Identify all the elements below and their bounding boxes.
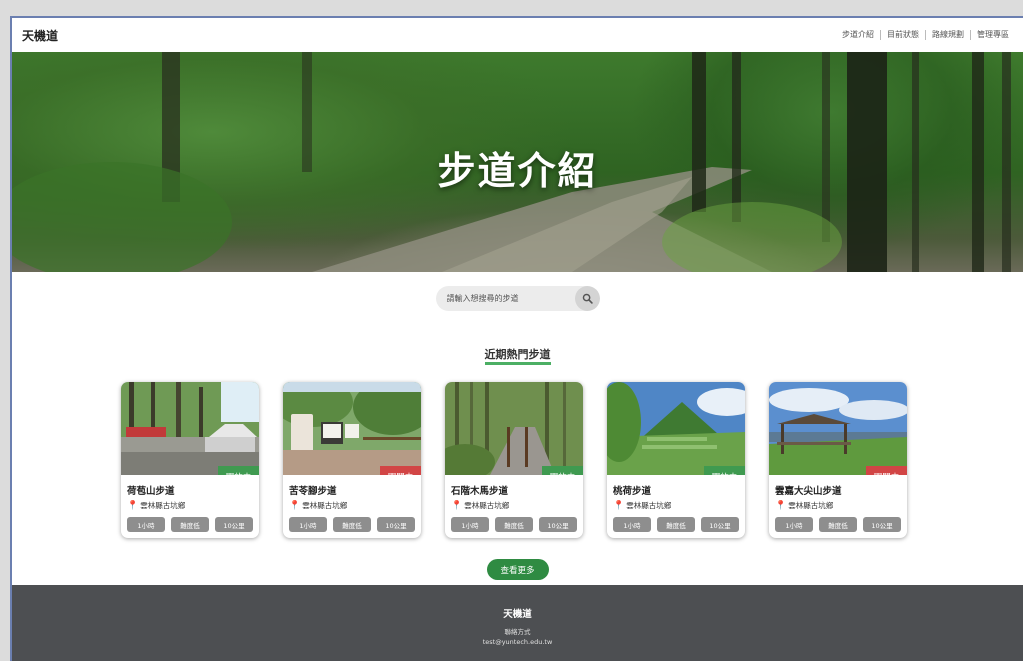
- trail-photo: 關閉中: [769, 382, 907, 475]
- trail-photo: 開放中: [445, 382, 583, 475]
- search-icon: [582, 293, 593, 304]
- distance-tag: 10公里: [701, 517, 739, 532]
- duration-tag: 1小時: [451, 517, 489, 532]
- trail-tags: 1小時 難度低 10公里: [775, 517, 901, 532]
- trail-name: 桃荷步道: [613, 486, 652, 497]
- search-input[interactable]: [446, 294, 567, 303]
- trail-location: 📍 雲林縣古坑鄉: [775, 500, 907, 511]
- trail-tags: 1小時 難度低 10公里: [289, 517, 415, 532]
- footer-contact-label: 聯絡方式: [504, 628, 531, 636]
- trail-tags: 1小時 難度低 10公里: [613, 517, 739, 532]
- trail-photo-dajianshan: [769, 382, 907, 475]
- main-nav: 步道介紹 目前狀態 路線規劃 管理專區: [836, 30, 1015, 40]
- trail-location: 📍 雲林縣古坑鄉: [289, 500, 421, 511]
- duration-tag: 1小時: [613, 517, 651, 532]
- hero-title: 步道介紹: [437, 149, 598, 193]
- location-pin-icon: 📍: [127, 500, 139, 511]
- distance-tag: 10公里: [863, 517, 901, 532]
- trail-location-text: 雲林縣古坑鄉: [788, 501, 834, 510]
- duration-tag: 1小時: [289, 517, 327, 532]
- page-frame: 天機道 步道介紹 目前狀態 路線規劃 管理專區 步道介紹 請輸入想搜尋的步道 近…: [10, 16, 1023, 661]
- status-badge: 開放中: [704, 466, 745, 475]
- trail-card[interactable]: 關閉中 雲嘉大尖山步道 📍雲林縣古坑鄉 1小時 難度低 10公里: [769, 382, 907, 538]
- trail-tags: 1小時 難度低 10公里: [451, 517, 577, 532]
- trail-card[interactable]: 關閉中 苦苓腳步道 📍雲林縣古坑鄉 1小時 難度低 10公里: [283, 382, 421, 538]
- trail-card[interactable]: 開放中 荷苞山步道 📍雲林縣古坑鄉 1小時 難度低 10公里: [121, 382, 259, 538]
- status-badge: 關閉中: [380, 466, 421, 475]
- search-box: [435, 286, 600, 311]
- location-pin-icon: 📍: [613, 500, 625, 511]
- trail-card[interactable]: 開放中 石階木馬步道 📍雲林縣古坑鄉 1小時 難度低 10公里: [445, 382, 583, 538]
- trail-name: 雲嘉大尖山步道: [775, 486, 842, 497]
- nav-route-planning[interactable]: 路線規劃: [925, 30, 970, 40]
- trail-photo-taohe: [607, 382, 745, 475]
- top-navbar: 天機道 步道介紹 目前狀態 路線規劃 管理專區: [12, 18, 1023, 52]
- trail-photo-hebaoshan: [121, 382, 259, 475]
- nav-current-status[interactable]: 目前狀態: [880, 30, 925, 40]
- trail-location-text: 雲林縣古坑鄉: [302, 501, 348, 510]
- difficulty-tag: 難度低: [333, 517, 371, 532]
- view-more-button[interactable]: 查看更多: [486, 559, 549, 580]
- site-logo[interactable]: 天機道: [22, 27, 58, 44]
- more-area: 查看更多: [12, 559, 1023, 580]
- trail-location-text: 雲林縣古坑鄉: [626, 501, 672, 510]
- duration-tag: 1小時: [775, 517, 813, 532]
- location-pin-icon: 📍: [451, 500, 463, 511]
- status-badge: 關閉中: [866, 466, 907, 475]
- trail-card[interactable]: 開放中 桃荷步道 📍雲林縣古坑鄉 1小時 難度低 10公里: [607, 382, 745, 538]
- trail-photo: 開放中: [607, 382, 745, 475]
- nav-trail-intro[interactable]: 步道介紹: [836, 30, 880, 40]
- difficulty-tag: 難度低: [819, 517, 857, 532]
- search-button[interactable]: [574, 286, 600, 311]
- location-pin-icon: 📍: [775, 500, 787, 511]
- distance-tag: 10公里: [539, 517, 577, 532]
- trail-location-text: 雲林縣古坑鄉: [140, 501, 186, 510]
- location-pin-icon: 📍: [289, 500, 301, 511]
- trail-location: 📍 雲林縣古坑鄉: [613, 500, 745, 511]
- distance-tag: 10公里: [377, 517, 415, 532]
- search-area: [12, 286, 1023, 311]
- trail-name: 石階木馬步道: [451, 486, 509, 497]
- popular-trails-heading: 近期熱門步道: [484, 348, 551, 365]
- trail-photo-kulingjiao: [283, 382, 421, 475]
- trail-photo: 開放中: [121, 382, 259, 475]
- difficulty-tag: 難度低: [171, 517, 209, 532]
- duration-tag: 1小時: [127, 517, 165, 532]
- trail-photo-shijie: [445, 382, 583, 475]
- trail-photo: 關閉中: [283, 382, 421, 475]
- hero-banner: 步道介紹: [12, 52, 1023, 272]
- section-title: 近期熱門步道: [12, 343, 1023, 365]
- status-badge: 開放中: [542, 466, 583, 475]
- trail-name: 苦苓腳步道: [289, 486, 337, 497]
- difficulty-tag: 難度低: [657, 517, 695, 532]
- footer-email[interactable]: test@yuntech.edu.tw: [12, 638, 1023, 646]
- difficulty-tag: 難度低: [495, 517, 533, 532]
- trail-name: 荷苞山步道: [127, 486, 175, 497]
- distance-tag: 10公里: [215, 517, 253, 532]
- trail-location: 📍 雲林縣古坑鄉: [127, 500, 259, 511]
- trail-tags: 1小時 難度低 10公里: [127, 517, 253, 532]
- trail-location-text: 雲林縣古坑鄉: [464, 501, 510, 510]
- status-badge: 開放中: [218, 466, 259, 475]
- site-footer: 天機道 聯絡方式 test@yuntech.edu.tw: [12, 585, 1023, 661]
- footer-brand: 天機道: [503, 609, 532, 620]
- trail-card-list: 開放中 荷苞山步道 📍雲林縣古坑鄉 1小時 難度低 10公里: [12, 382, 1023, 542]
- trail-location: 📍 雲林縣古坑鄉: [451, 500, 583, 511]
- nav-admin[interactable]: 管理專區: [970, 30, 1015, 40]
